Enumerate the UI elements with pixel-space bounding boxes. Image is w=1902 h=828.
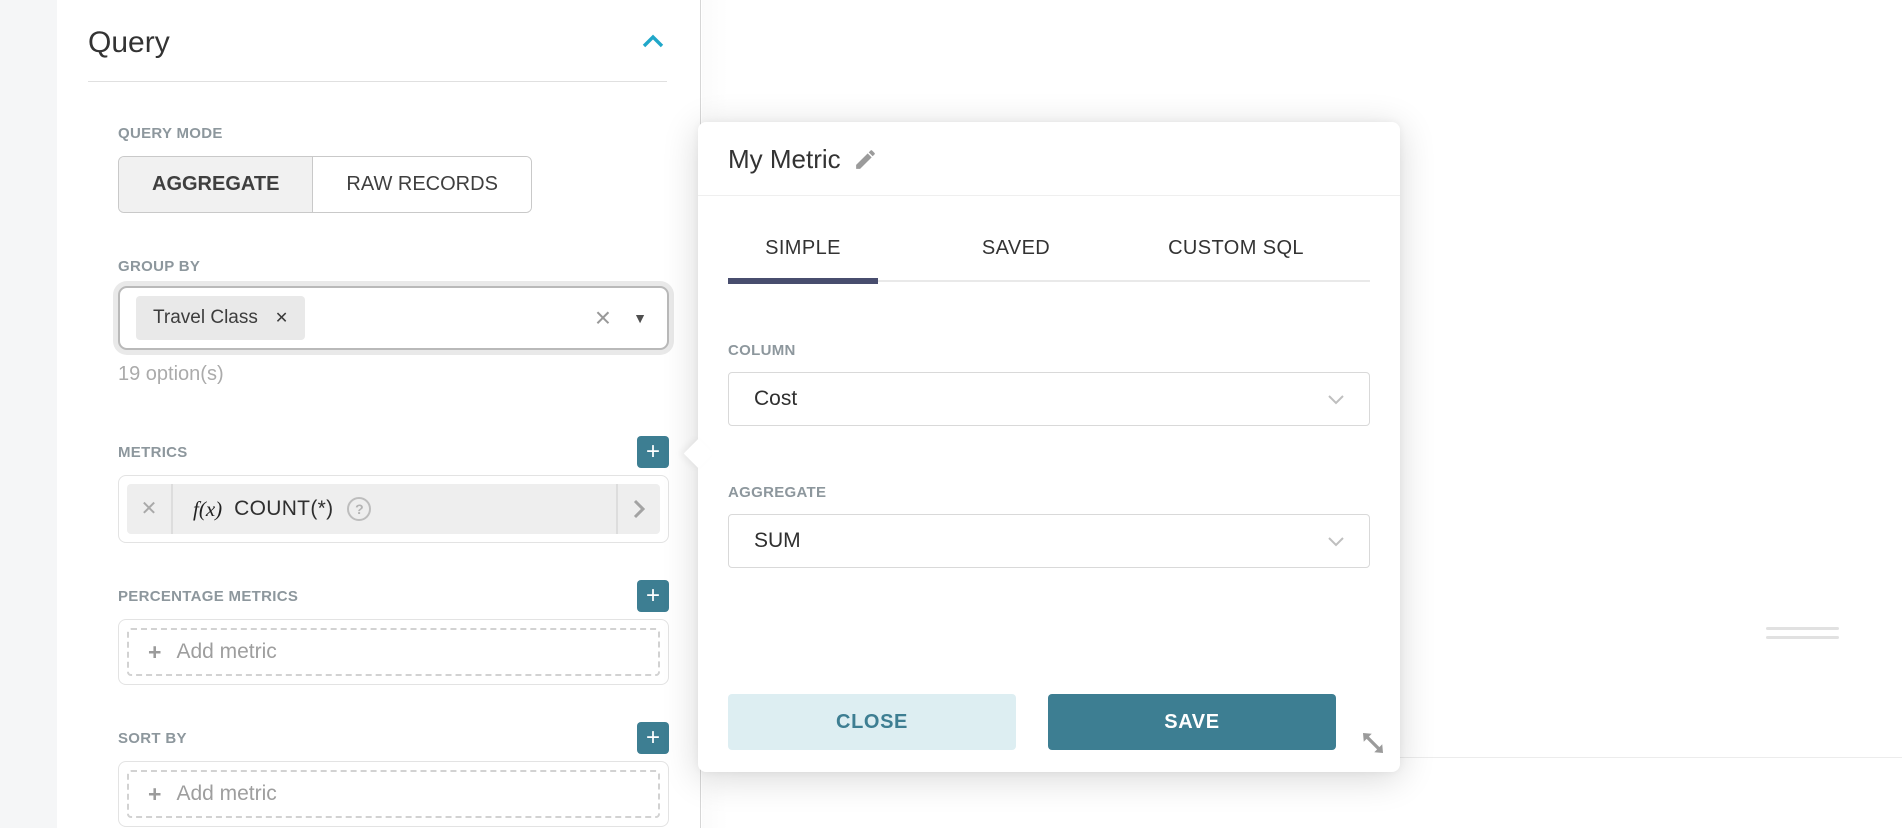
query-section-header: Query [88,26,664,60]
add-metric-plus-button[interactable]: + [637,436,669,468]
tab-underline-track [728,280,1370,282]
percentage-metrics-control: + Add metric [118,619,669,685]
aggregate-select[interactable]: SUM [728,514,1370,568]
sort-by-label: SORT BY [118,730,187,747]
dropdown-caret-icon[interactable]: ▼ [633,310,647,326]
panel-resize-handle[interactable] [1766,627,1839,639]
edit-pencil-icon[interactable] [853,147,878,172]
column-select[interactable]: Cost [728,372,1370,426]
add-percentage-metric-dropzone[interactable]: + Add metric [127,628,660,676]
raw-records-mode-button[interactable]: RAW RECORDS [313,157,530,212]
metric-popover: My Metric SIMPLE SAVED CUSTOM SQL COLUMN… [698,122,1400,772]
chevron-down-icon [1327,536,1345,547]
help-icon[interactable]: ? [347,497,371,521]
chevron-right-icon[interactable] [616,484,660,534]
query-mode-label: QUERY MODE [118,125,669,142]
metric-popover-title: My Metric [728,144,841,175]
column-select-value: Cost [754,387,797,411]
remove-tag-icon[interactable]: ✕ [275,308,288,328]
query-section-title: Query [88,26,170,60]
add-metric-placeholder: Add metric [176,640,276,664]
query-panel: Query QUERY MODE AGGREGATE RAW RECORDS G… [57,0,701,828]
aggregate-mode-button[interactable]: AGGREGATE [119,157,313,212]
remove-metric-icon[interactable]: ✕ [127,484,173,534]
group-by-tag: Travel Class ✕ [136,296,305,340]
add-percentage-metric-plus-button[interactable]: + [637,580,669,612]
metrics-label: METRICS [118,444,188,461]
plus-icon: + [148,639,161,666]
add-sort-by-plus-button[interactable]: + [637,722,669,754]
active-tab-indicator [728,278,878,284]
group-by-options-count: 19 option(s) [118,363,669,386]
save-button[interactable]: SAVE [1048,694,1336,750]
tab-simple[interactable]: SIMPLE [728,233,878,263]
column-label: COLUMN [728,342,1370,359]
left-gutter [0,0,57,828]
metrics-control: ✕ f(x) COUNT(*) ? [118,475,669,543]
metric-popover-tabs: SIMPLE SAVED CUSTOM SQL [698,233,1400,263]
percentage-metrics-label: PERCENTAGE METRICS [118,588,298,605]
tab-saved[interactable]: SAVED [941,233,1091,263]
aggregate-select-value: SUM [754,529,801,553]
close-button[interactable]: CLOSE [728,694,1016,750]
aggregate-label: AGGREGATE [728,484,1370,501]
fx-icon: f(x) [193,497,222,522]
group-by-select[interactable]: Travel Class ✕ × ▼ [118,286,669,350]
tab-custom-sql[interactable]: CUSTOM SQL [1124,233,1348,263]
add-sort-by-dropzone[interactable]: + Add metric [127,770,660,818]
query-header-divider [88,81,667,82]
group-by-tag-label: Travel Class [153,307,258,329]
clear-select-icon[interactable]: × [595,304,611,332]
metric-item[interactable]: ✕ f(x) COUNT(*) ? [127,484,660,534]
chart-builder-screen: Query QUERY MODE AGGREGATE RAW RECORDS G… [0,0,1902,828]
query-mode-toggle: AGGREGATE RAW RECORDS [118,156,532,213]
add-metric-placeholder: Add metric [176,782,276,806]
group-by-label: GROUP BY [118,258,669,275]
chevron-up-icon[interactable] [642,34,664,53]
plus-icon: + [148,781,161,808]
chevron-down-icon [1327,394,1345,405]
metric-expression: COUNT(*) [234,497,333,521]
expand-resize-icon[interactable] [1358,728,1388,758]
sort-by-control: + Add metric [118,761,669,827]
